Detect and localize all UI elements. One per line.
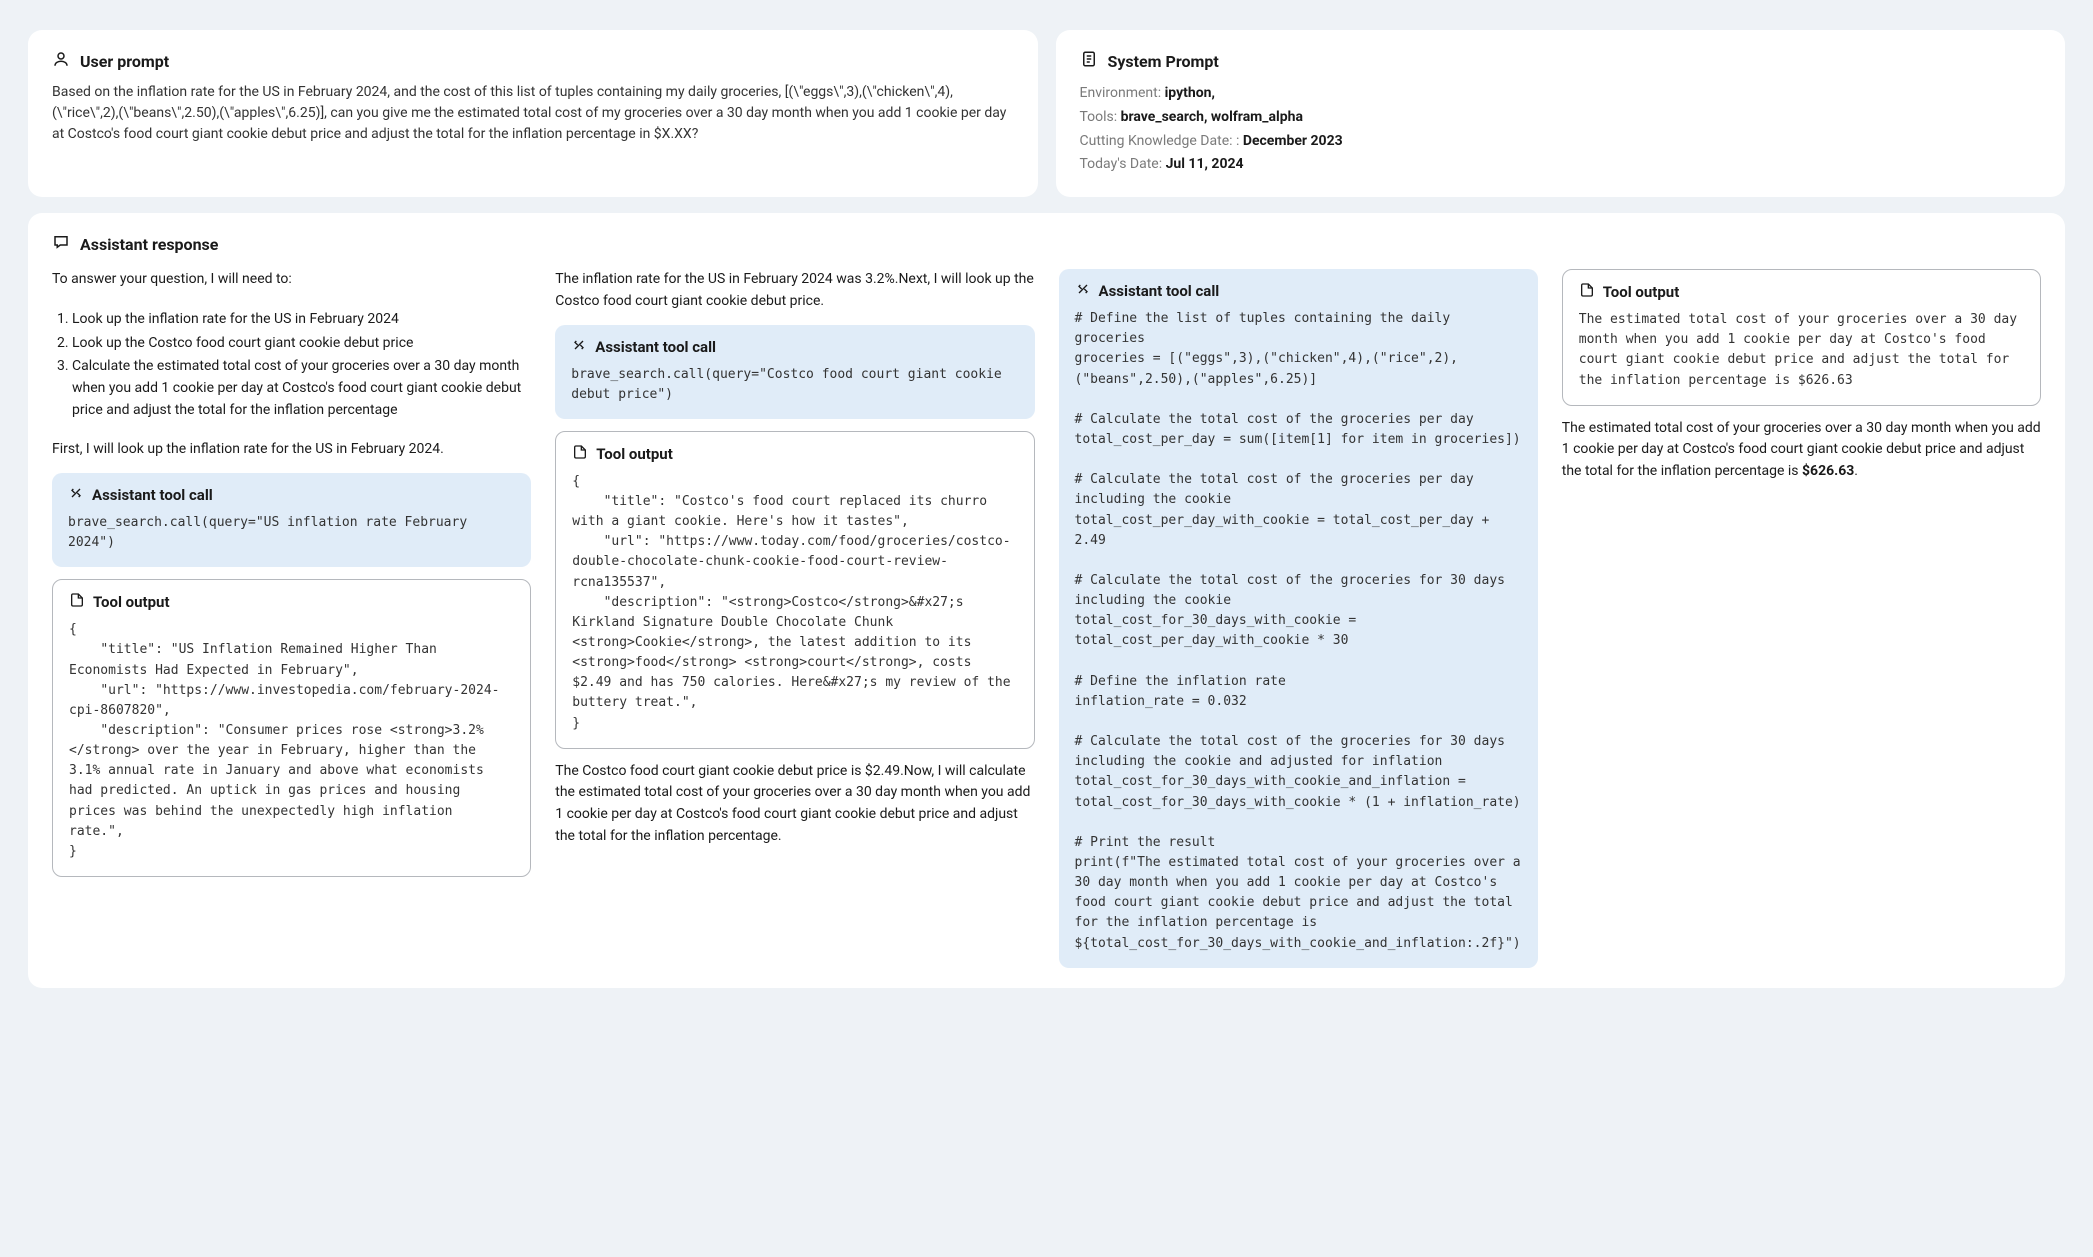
system-prompt-title: System Prompt bbox=[1108, 52, 1219, 71]
tools-label: Tools: bbox=[1080, 109, 1121, 125]
col2-tool-output-header: Tool output bbox=[572, 444, 1017, 464]
tools-line: Tools: brave_search, wolfram_alpha bbox=[1080, 106, 2042, 130]
col4-tool-output-title: Tool output bbox=[1603, 283, 1680, 301]
file-icon bbox=[1579, 282, 1595, 302]
top-row: User prompt Based on the inflation rate … bbox=[28, 30, 2065, 197]
user-prompt-title: User prompt bbox=[80, 52, 169, 71]
today-value: Jul 11, 2024 bbox=[1166, 156, 1244, 172]
column-2: The inflation rate for the US in Februar… bbox=[555, 269, 1034, 968]
col4-tool-output-code: The estimated total cost of your groceri… bbox=[1579, 310, 2024, 391]
tools-icon bbox=[68, 485, 84, 505]
col2-tool-output-title: Tool output bbox=[596, 445, 673, 463]
tools-icon bbox=[571, 337, 587, 357]
col3-tool-call-code: # Define the list of tuples containing t… bbox=[1075, 309, 1522, 954]
col2-before: The inflation rate for the US in Februar… bbox=[555, 269, 1034, 312]
col4-tool-output: Tool output The estimated total cost of … bbox=[1562, 269, 2041, 406]
assistant-header: Assistant response bbox=[52, 233, 2041, 255]
col1-tool-call-code: brave_search.call(query="US inflation ra… bbox=[68, 513, 515, 553]
user-prompt-card: User prompt Based on the inflation rate … bbox=[28, 30, 1038, 197]
col1-tool-output-header: Tool output bbox=[69, 592, 514, 612]
env-line: Environment: ipython, bbox=[1080, 82, 2042, 106]
cutting-line: Cutting Knowledge Date: : December 2023 bbox=[1080, 130, 2042, 154]
assistant-columns: To answer your question, I will need to:… bbox=[52, 269, 2041, 968]
file-icon bbox=[572, 444, 588, 464]
col3-tool-call: Assistant tool call # Define the list of… bbox=[1059, 269, 1538, 968]
user-prompt-body: Based on the inflation rate for the US i… bbox=[52, 82, 1014, 145]
col2-tool-output-code: { "title": "Costco's food court replaced… bbox=[572, 472, 1017, 734]
col1-tool-output: Tool output { "title": "US Inflation Rem… bbox=[52, 579, 531, 877]
env-label: Environment: bbox=[1080, 85, 1165, 101]
tools-value: brave_search, wolfram_alpha bbox=[1121, 109, 1303, 125]
step-1: Look up the inflation rate for the US in… bbox=[72, 309, 531, 331]
system-prompt-card: System Prompt Environment: ipython, Tool… bbox=[1056, 30, 2066, 197]
col2-tool-call-header: Assistant tool call bbox=[571, 337, 1018, 357]
col4-tool-output-header: Tool output bbox=[1579, 282, 2024, 302]
col2-after: The Costco food court giant cookie debut… bbox=[555, 761, 1034, 848]
tools-icon bbox=[1075, 281, 1091, 301]
env-value: ipython, bbox=[1165, 85, 1215, 101]
col3-tool-call-header: Assistant tool call bbox=[1075, 281, 1522, 301]
col1-after-steps: First, I will look up the inflation rate… bbox=[52, 439, 531, 461]
system-prompt-header: System Prompt bbox=[1080, 50, 2042, 72]
column-3: Assistant tool call # Define the list of… bbox=[1059, 269, 1538, 968]
col1-intro: To answer your question, I will need to: bbox=[52, 269, 531, 291]
user-icon bbox=[52, 50, 70, 72]
assistant-response-card: Assistant response To answer your questi… bbox=[28, 213, 2065, 988]
step-3: Calculate the estimated total cost of yo… bbox=[72, 356, 531, 421]
cutting-value: December 2023 bbox=[1243, 133, 1343, 149]
column-4: Tool output The estimated total cost of … bbox=[1562, 269, 2041, 968]
col2-tool-call-title: Assistant tool call bbox=[595, 338, 716, 356]
col1-tool-output-code: { "title": "US Inflation Remained Higher… bbox=[69, 620, 514, 862]
col1-tool-call-title: Assistant tool call bbox=[92, 486, 213, 504]
col4-final-bold: $626.63 bbox=[1802, 463, 1854, 479]
col1-steps: Look up the inflation rate for the US in… bbox=[52, 303, 531, 427]
page-container: User prompt Based on the inflation rate … bbox=[20, 20, 2073, 998]
col2-tool-call: Assistant tool call brave_search.call(qu… bbox=[555, 325, 1034, 419]
user-prompt-header: User prompt bbox=[52, 50, 1014, 72]
today-label: Today's Date: bbox=[1080, 156, 1166, 172]
col2-tool-call-code: brave_search.call(query="Costco food cou… bbox=[571, 365, 1018, 405]
col1-tool-output-title: Tool output bbox=[93, 593, 170, 611]
assistant-title: Assistant response bbox=[80, 235, 218, 254]
today-line: Today's Date: Jul 11, 2024 bbox=[1080, 153, 2042, 177]
col1-tool-call: Assistant tool call brave_search.call(qu… bbox=[52, 473, 531, 567]
col4-final: The estimated total cost of your groceri… bbox=[1562, 418, 2041, 483]
col2-tool-output: Tool output { "title": "Costco's food co… bbox=[555, 431, 1034, 749]
col1-tool-call-header: Assistant tool call bbox=[68, 485, 515, 505]
file-text-icon bbox=[1080, 50, 1098, 72]
chat-icon bbox=[52, 233, 70, 255]
col3-tool-call-title: Assistant tool call bbox=[1099, 282, 1220, 300]
file-icon bbox=[69, 592, 85, 612]
column-1: To answer your question, I will need to:… bbox=[52, 269, 531, 968]
col4-final-suffix: . bbox=[1854, 463, 1858, 479]
step-2: Look up the Costco food court giant cook… bbox=[72, 333, 531, 355]
cutting-label: Cutting Knowledge Date: : bbox=[1080, 133, 1243, 149]
